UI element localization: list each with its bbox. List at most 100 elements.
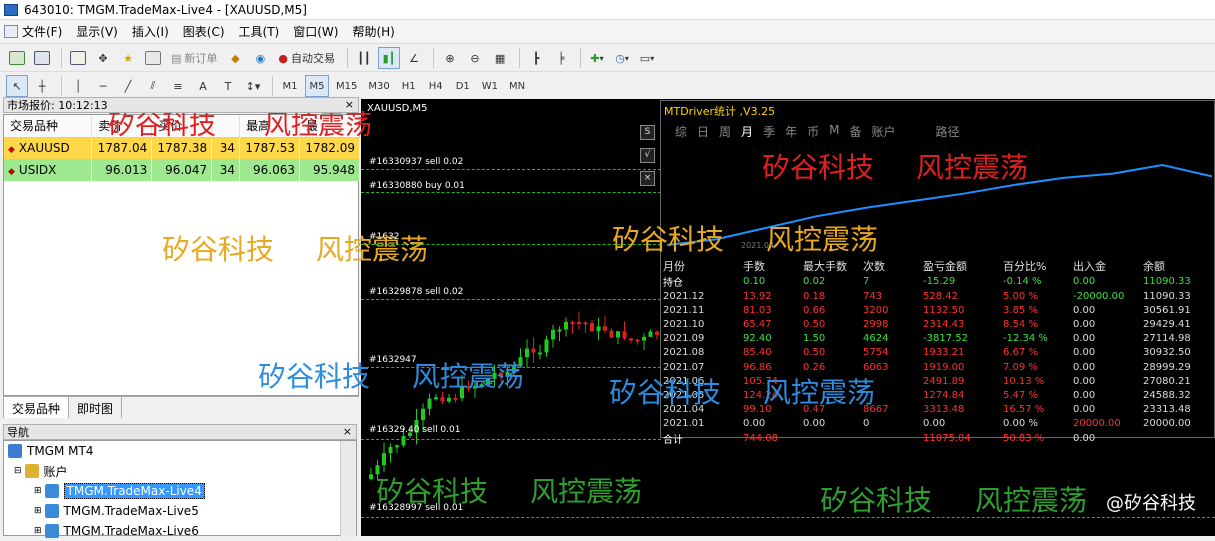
stats-tab[interactable]: 路径: [936, 123, 960, 140]
cursor-button[interactable]: ↖: [6, 75, 28, 97]
timeframe-d1-button[interactable]: D1: [451, 75, 475, 97]
stats-tab[interactable]: 综: [675, 123, 687, 140]
menu-tools[interactable]: 工具(T): [239, 23, 280, 40]
navigator-header: 导航 ×: [3, 424, 357, 440]
nav-account-item[interactable]: ⊞ TMGM.TradeMax-Live6: [34, 521, 199, 541]
stats-tab[interactable]: 账户: [871, 123, 895, 140]
chart-shift-button[interactable]: ╞: [550, 47, 572, 69]
bar-chart-button[interactable]: ┃┃: [353, 47, 375, 69]
nav-account-item[interactable]: ⊞ TMGM.TradeMax-Live4: [34, 481, 205, 501]
navigator-button[interactable]: ★: [117, 47, 139, 69]
order-label: #16330937 sell 0.02: [369, 157, 464, 167]
timeframe-w1-button[interactable]: W1: [478, 75, 502, 97]
auto-trading-button[interactable]: ● 自动交易: [274, 47, 339, 69]
stats-tab[interactable]: 备: [849, 123, 861, 140]
order-line[interactable]: [361, 439, 661, 440]
menu-window[interactable]: 窗口(W): [293, 23, 338, 40]
watermark-text: 矽谷科技: [162, 233, 275, 266]
timeframe-mn-button[interactable]: MN: [505, 75, 529, 97]
text-label-button[interactable]: T: [217, 75, 239, 97]
menu-view[interactable]: 显示(V): [76, 23, 118, 40]
stats-tab[interactable]: 币: [807, 123, 819, 140]
metaeditor-button[interactable]: ◆: [224, 47, 246, 69]
timeframe-m1-button[interactable]: M1: [278, 75, 302, 97]
tile-windows-button[interactable]: ▦: [489, 47, 511, 69]
stats-tab-active[interactable]: 月: [741, 123, 753, 140]
stats-column-header: 月份: [663, 260, 685, 273]
candle-body: [401, 436, 406, 446]
candle-body: [434, 397, 438, 400]
menu-file[interactable]: 文件(F): [4, 23, 62, 40]
clock-icon: ◷: [615, 51, 625, 65]
watermark-text: 矽谷科技: [609, 376, 722, 409]
stats-side-buttons: S √ ×: [640, 125, 656, 194]
new-order-button[interactable]: ▤ 新订单: [167, 47, 221, 69]
data-window-button[interactable]: ✥: [92, 47, 114, 69]
crosshair-button[interactable]: ┼: [31, 75, 53, 97]
timeframe-m30-button[interactable]: M30: [364, 75, 393, 97]
tab-symbols[interactable]: 交易品种: [3, 397, 70, 418]
table-row[interactable]: ◆ USIDX 96.013 96.047 34 96.063 95.948: [4, 159, 360, 181]
stats-cell: -20000.00: [1073, 290, 1125, 302]
close-icon[interactable]: ×: [343, 425, 352, 438]
arrows-button[interactable]: ↕▾: [242, 75, 264, 97]
market-watch-tabs: 交易品种 即时图: [3, 396, 359, 418]
stats-tab[interactable]: 周: [719, 123, 731, 140]
stats-tab[interactable]: 季: [763, 123, 775, 140]
channel-button[interactable]: ⫽: [142, 75, 164, 97]
column-header[interactable]: 交易品种: [4, 115, 93, 138]
profiles-button[interactable]: [31, 47, 53, 69]
menu-insert[interactable]: 插入(I): [132, 23, 169, 40]
tab-tick-chart[interactable]: 即时图: [69, 397, 123, 418]
stats-cell: 28999.29: [1143, 361, 1191, 373]
candlestick-button[interactable]: ▮┃: [378, 47, 401, 69]
order-line[interactable]: [361, 192, 661, 193]
stats-toggle-button[interactable]: S: [640, 125, 655, 140]
nav-accounts[interactable]: ⊟ 账户: [14, 461, 68, 481]
options-button[interactable]: ◉: [249, 47, 271, 69]
periods-button[interactable]: ◷ ▾: [611, 47, 633, 69]
nav-accounts-label: 账户: [43, 464, 68, 479]
stats-expand-button[interactable]: √: [640, 148, 655, 163]
close-icon[interactable]: ×: [345, 98, 354, 111]
templates-button[interactable]: ▭ ▾: [636, 47, 658, 69]
new-chart-button[interactable]: [6, 47, 28, 69]
stats-cell: 8.54 %: [1003, 318, 1038, 330]
stats-tab[interactable]: 日: [697, 123, 709, 140]
menu-label: 显示(V): [76, 25, 118, 39]
candle-body: [564, 321, 568, 330]
menu-help[interactable]: 帮助(H): [352, 23, 394, 40]
menu-charts[interactable]: 图表(C): [183, 23, 225, 40]
stats-close-button[interactable]: ×: [640, 171, 655, 186]
nav-account-item[interactable]: ⊞ TMGM.TradeMax-Live5: [34, 501, 199, 521]
zoom-out-button[interactable]: ⊖: [464, 47, 486, 69]
nav-root[interactable]: TMGM MT4: [8, 441, 93, 461]
stats-cell: 1.50: [803, 333, 826, 345]
stats-tab[interactable]: 年: [785, 123, 797, 140]
horizontal-line-button[interactable]: ─: [92, 75, 114, 97]
candle-body: [388, 447, 393, 454]
stats-tab[interactable]: M: [829, 123, 839, 140]
vertical-line-button[interactable]: │: [67, 75, 89, 97]
candle-body: [557, 329, 562, 332]
timeframe-m5-button[interactable]: M5: [305, 75, 329, 97]
navigator-scrollbar[interactable]: [340, 441, 356, 537]
auto-scroll-button[interactable]: ┣: [525, 47, 547, 69]
text-button[interactable]: A: [192, 75, 214, 97]
stats-cell: 2021.01: [663, 418, 705, 430]
stats-cell: 0.50: [803, 347, 826, 359]
line-chart-button[interactable]: ∠: [403, 47, 425, 69]
trendline-button[interactable]: ╱: [117, 75, 139, 97]
timeframe-h4-button[interactable]: H4: [424, 75, 448, 97]
fibonacci-button[interactable]: ≡: [167, 75, 189, 97]
timeframe-h1-button[interactable]: H1: [397, 75, 421, 97]
menu-label: 帮助(H): [352, 25, 395, 39]
market-watch-button[interactable]: [67, 47, 89, 69]
terminal-button[interactable]: [142, 47, 164, 69]
order-line[interactable]: [361, 299, 661, 300]
order-line[interactable]: [361, 169, 661, 170]
indicators-button[interactable]: ✚ ▾: [586, 47, 608, 69]
zoom-in-button[interactable]: ⊕: [439, 47, 461, 69]
timeframe-m15-button[interactable]: M15: [332, 75, 361, 97]
stats-cell: -12.34 %: [1003, 333, 1048, 345]
